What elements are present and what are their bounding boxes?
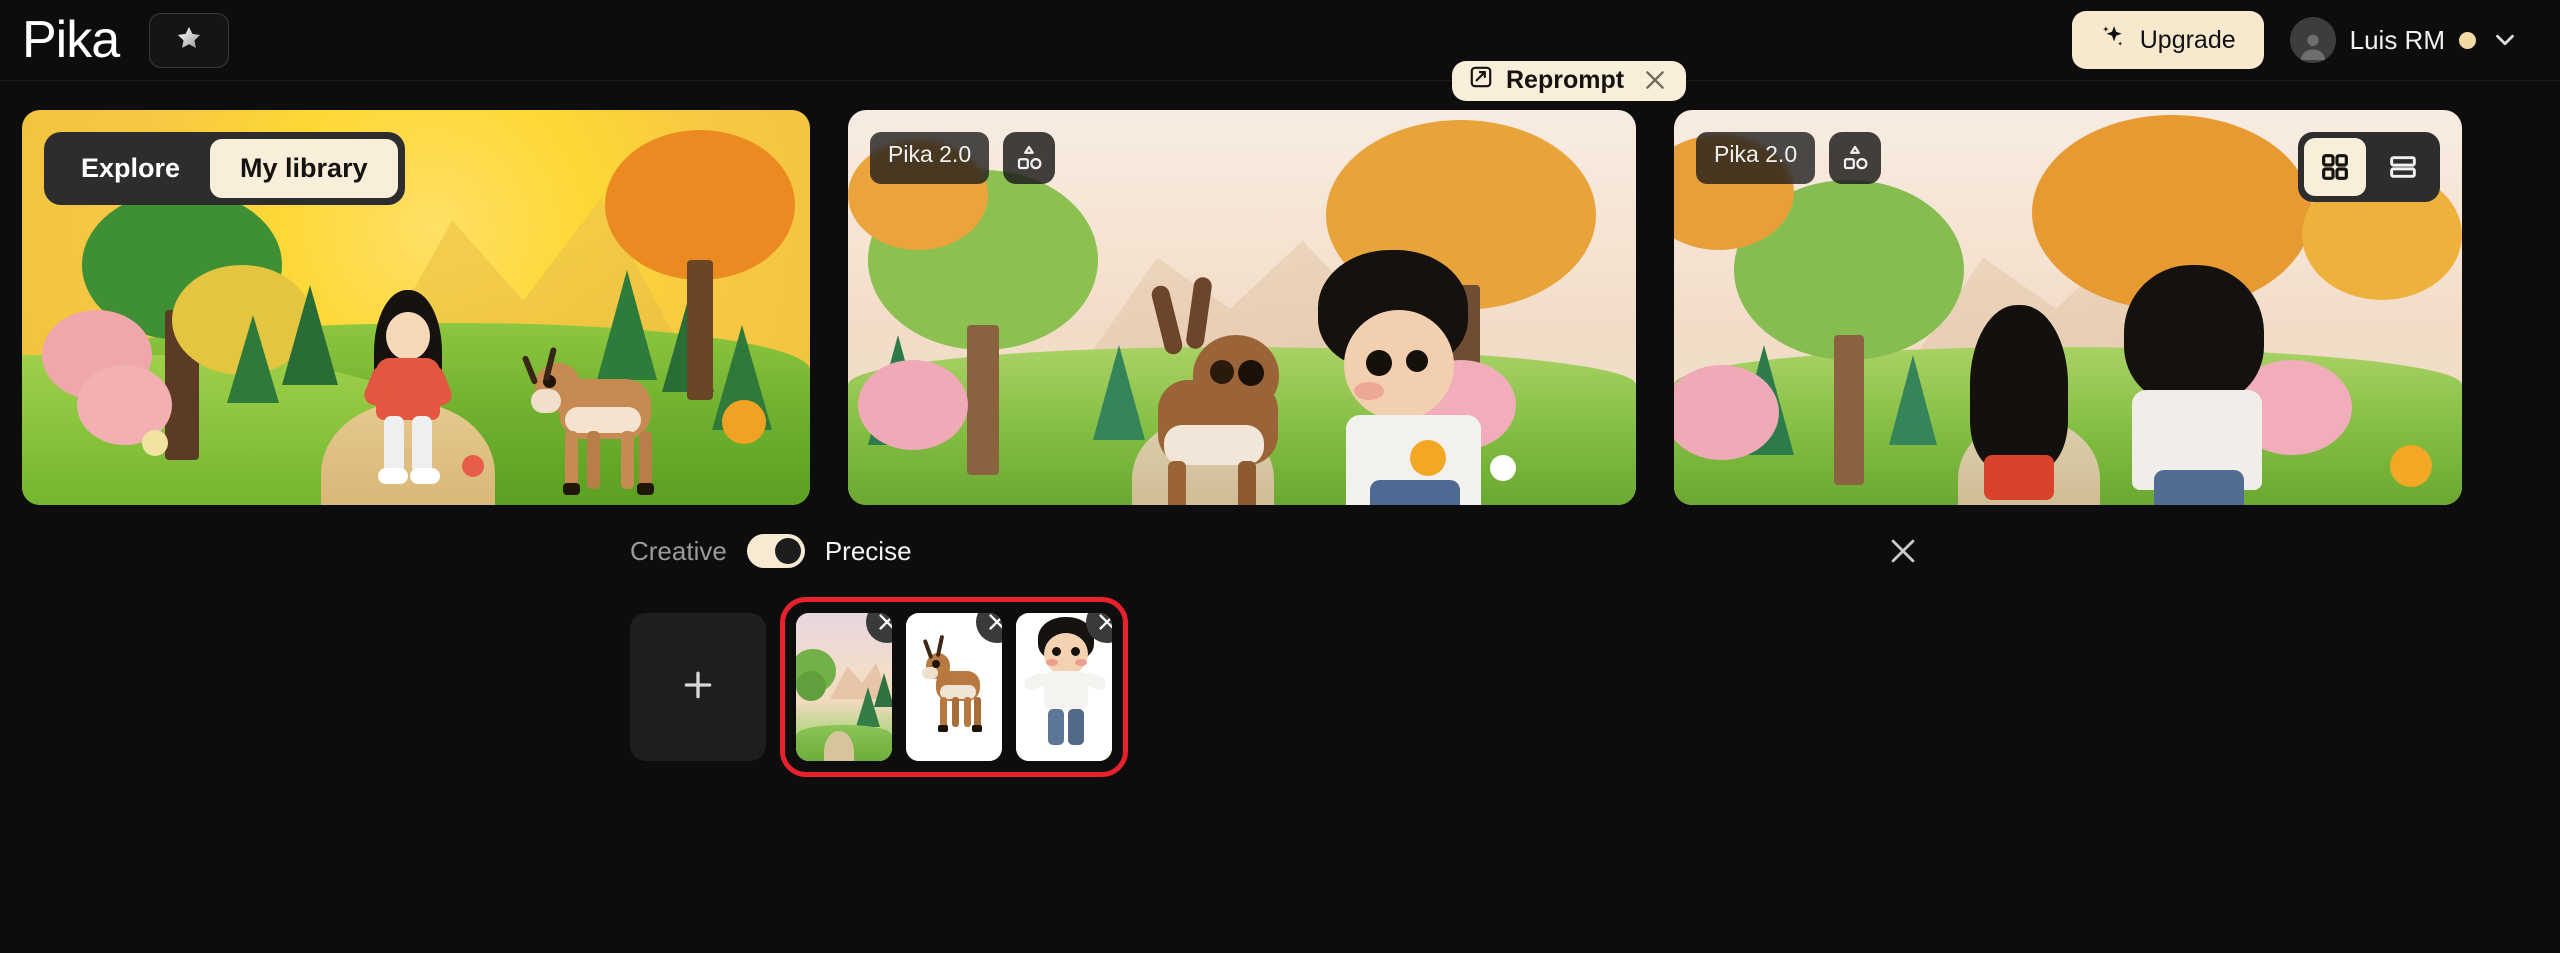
tab-explore[interactable]: Explore (51, 139, 210, 198)
ingredient-thumbnails (780, 597, 1128, 777)
library-tabs: Explore My library (44, 132, 405, 205)
gallery-card-girl-and-deer[interactable]: Explore My library (22, 110, 810, 505)
top-navigation-bar: Pika Upgrade Luis RM (0, 0, 2560, 81)
model-badge: Pika 2.0 (1696, 132, 1816, 184)
video-gallery-row: Explore My library Pika 2.0 Pika 2.0 (0, 110, 2560, 505)
close-icon[interactable] (1642, 67, 1668, 93)
pika-app-window: Pika Upgrade Luis RM Explore My library … (0, 0, 2560, 953)
close-composer-button[interactable] (1886, 534, 1920, 568)
creativity-mode-row: Creative Precise (630, 534, 912, 568)
ingredients-shapes-icon[interactable] (1829, 132, 1882, 184)
toggle-knob (774, 538, 801, 564)
reprompt-label: Reprompt (1506, 65, 1625, 94)
avatar (2289, 17, 2336, 63)
app-logo[interactable]: Pika (22, 10, 120, 70)
ingredient-forest-landscape[interactable] (796, 613, 892, 761)
card-badges: Pika 2.0 (1696, 132, 1882, 184)
upgrade-button-label: Upgrade (2139, 25, 2236, 54)
ingredient-boy[interactable] (1016, 613, 1112, 761)
mode-label-precise: Precise (824, 535, 912, 566)
ingredient-deer[interactable] (906, 613, 1002, 761)
user-name-label: Luis RM (2349, 24, 2445, 55)
gallery-card-boy-meets-deer[interactable]: Pika 2.0 (848, 110, 1636, 505)
gallery-card-boy-and-girl-walking[interactable]: Pika 2.0 (1674, 110, 2462, 505)
top-bar-right-cluster: Upgrade Luis RM (2071, 11, 2520, 69)
ingredients-shapes-icon[interactable] (1003, 132, 1056, 184)
ingredients-strip (630, 597, 1128, 777)
mode-label-creative: Creative (630, 535, 727, 566)
edit-square-icon (1468, 64, 1494, 97)
favorites-button[interactable] (149, 12, 230, 68)
plus-icon (678, 665, 718, 710)
composer-panel: Creative Precise (0, 507, 2560, 953)
status-badge (2459, 31, 2476, 49)
model-badge: Pika 2.0 (870, 132, 990, 184)
sparkle-icon (2100, 24, 2126, 57)
chevron-down-icon[interactable] (2490, 25, 2520, 55)
tab-my-library[interactable]: My library (210, 139, 398, 198)
grid-view-icon[interactable] (2304, 138, 2366, 196)
upgrade-button[interactable]: Upgrade (2071, 11, 2264, 69)
reprompt-popover[interactable]: Reprompt (1452, 61, 1687, 101)
list-view-icon[interactable] (2372, 138, 2434, 196)
star-icon (175, 24, 203, 57)
creativity-toggle[interactable] (746, 534, 805, 568)
user-menu[interactable]: Luis RM (2289, 17, 2520, 63)
view-mode-toggle (2298, 132, 2440, 202)
add-ingredient-button[interactable] (630, 613, 766, 761)
card-badges: Pika 2.0 (870, 132, 1056, 184)
